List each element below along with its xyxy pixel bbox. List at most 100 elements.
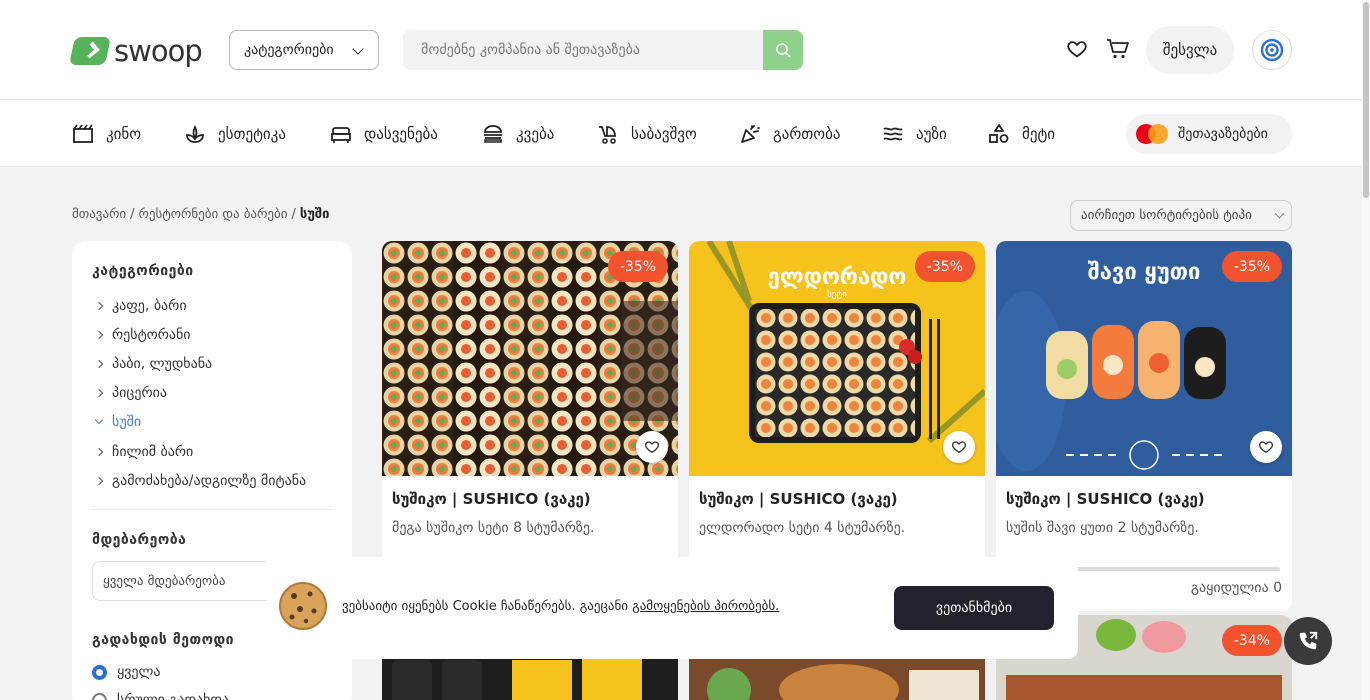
logo-mark-icon: [69, 37, 111, 65]
chevron-right-icon: [94, 447, 104, 457]
favorite-button[interactable]: [636, 431, 668, 463]
offer-title[interactable]: სუშიკო | SUSHICO (ვაკე): [699, 490, 898, 508]
sidebar-item-label: სუში: [112, 414, 142, 430]
aesthetics-icon: [186, 124, 204, 143]
offer-description: ელდორადო სეტი 4 სტუმარზე.: [699, 520, 906, 536]
nav-item-cinema[interactable]: კინო: [72, 123, 141, 145]
nav-item-more[interactable]: მეტი: [988, 123, 1055, 145]
sidebar-item-label: პაბი, ლუდხანა: [112, 356, 213, 372]
sidebar-item-label: კაფე, ბარი: [112, 298, 187, 314]
sidebar-item-pizzeria[interactable]: პიცერია: [94, 385, 167, 401]
nav-item-entertainment[interactable]: გართობა: [739, 123, 840, 145]
chevron-down-icon: [1274, 208, 1285, 219]
sort-select[interactable]: აირჩიეთ სორტირების ტიპი: [1070, 200, 1292, 231]
offer-title[interactable]: სუშიკო | SUSHICO (ვაკე): [392, 490, 591, 508]
chevron-right-icon: [94, 359, 104, 369]
categories-dropdown-button[interactable]: კატეგორიები: [229, 30, 379, 70]
radio-button[interactable]: [92, 692, 107, 700]
scrollbar-thumb[interactable]: [1363, 2, 1369, 198]
image-subtext: სეტი: [827, 289, 847, 300]
payment-radio-all[interactable]: ყველა: [92, 664, 161, 680]
search-input[interactable]: [403, 30, 763, 70]
sidebar-item-cafe[interactable]: კაფე, ბარი: [94, 298, 187, 314]
breadcrumb-home[interactable]: მთავარი: [72, 207, 126, 222]
header: swoop კატეგორიები შესვლა: [0, 0, 1370, 100]
chevron-right-icon: [94, 330, 104, 340]
search-bar: [403, 30, 803, 70]
nav-label: აუზი: [916, 125, 947, 143]
cookie-message: ვებსაიტი იყენებს Cookie ჩანაწერებს. გაეც…: [342, 599, 633, 614]
nav-label: ესთეტიკა: [218, 125, 286, 143]
favorite-button[interactable]: [943, 431, 975, 463]
search-button[interactable]: [763, 30, 803, 70]
favorite-button[interactable]: [1250, 431, 1282, 463]
nav-item-kids[interactable]: საბავშვო: [597, 123, 697, 145]
sort-placeholder: აირჩიეთ სორტირების ტიპი: [1081, 208, 1252, 223]
sidebar-item-delivery[interactable]: გამოძახება/ადგილზე მიტანა: [94, 473, 307, 489]
chevron-right-icon: [94, 476, 104, 486]
cart-icon[interactable]: [1106, 38, 1130, 60]
target-icon: [1260, 38, 1284, 62]
category-nav: კინო ესთეტიკა დასვენება კვება საბავშვო გ…: [0, 101, 1370, 167]
image-text: ელდორადო: [768, 265, 907, 290]
offer-card[interactable]: -35% სუშიკო | SUSHICO (ვაკე) მეგა სუშიკო…: [382, 241, 678, 611]
logo-text: swoop: [114, 34, 203, 68]
offer-description: სუშის შავი ყუთი 2 სტუმარზე.: [1006, 520, 1199, 536]
discount-badge: -35%: [914, 251, 975, 282]
sidebar-item-restaurant[interactable]: რესტორანი: [94, 327, 191, 343]
offers-button-label: შეთავაზებები: [1178, 126, 1268, 142]
chevron-right-icon: [94, 388, 104, 398]
profile-button[interactable]: [1252, 30, 1292, 70]
nav-label: კინო: [106, 125, 142, 143]
bed-icon: [331, 127, 351, 143]
sidebar-item-hookah[interactable]: ჩილიმ ბარი: [94, 444, 194, 460]
nav-label: გართობა: [773, 125, 841, 143]
chevron-down-icon: [352, 43, 364, 55]
payment-title: გადახდის მეთოდი: [92, 632, 235, 648]
discount-badge: -35%: [1221, 251, 1282, 282]
offer-card[interactable]: ელდორადო სეტი -35% სუშიკო | SUSHICO (ვაკ…: [689, 241, 985, 611]
nav-label: მეტი: [1022, 125, 1056, 143]
nav-item-food[interactable]: კვება: [482, 123, 554, 145]
location-title: მდებარეობა: [92, 532, 187, 548]
payment-radio-full[interactable]: სრული გადახდა: [92, 692, 229, 700]
breadcrumb-restaurants[interactable]: რესტორნები და ბარები: [139, 207, 288, 222]
burger-icon: [484, 125, 502, 143]
login-button[interactable]: შესვლა: [1146, 26, 1234, 74]
nav-label: კვება: [516, 125, 555, 143]
breadcrumb-separator: /: [291, 207, 296, 222]
mastercard-icon: [1136, 124, 1168, 144]
heart-icon[interactable]: [1066, 38, 1088, 60]
breadcrumb: მთავარი / რესტორნები და ბარები / სუში: [72, 207, 329, 222]
cookie-text: ვებსაიტი იყენებს Cookie ჩანაწერებს. გაეც…: [342, 599, 779, 614]
offer-title[interactable]: სუშიკო | SUSHICO (ვაკე): [1006, 490, 1205, 508]
swoop-logo[interactable]: swoop: [69, 34, 203, 68]
cookie-icon: [279, 582, 327, 630]
radio-button[interactable]: [92, 664, 107, 680]
sidebar-item-pub[interactable]: პაბი, ლუდხანა: [94, 356, 213, 372]
offers-button[interactable]: შეთავაზებები: [1126, 114, 1292, 154]
offer-card[interactable]: შავი ყუთი -35% სუშიკო | SUSHICO (ვაკე) ს…: [996, 241, 1292, 611]
sidebar-item-label: ჩილიმ ბარი: [112, 444, 194, 460]
nav-item-aesthetics[interactable]: ესთეტიკა: [184, 123, 286, 145]
nav-label: საბავშვო: [631, 125, 697, 143]
categories-button-label: კატეგორიები: [244, 42, 334, 58]
search-icon: [776, 43, 791, 58]
discount-badge: -35%: [607, 251, 668, 282]
terms-link[interactable]: გამოყენების პირობებს.: [632, 599, 779, 614]
offer-image: შავი ყუთი -35%: [996, 241, 1292, 476]
sidebar-item-sushi[interactable]: სუში: [94, 414, 142, 430]
sold-count: გაყიდულია 0: [1190, 580, 1282, 596]
nav-label: დასვენება: [364, 125, 438, 143]
categories-title: კატეგორიები: [92, 263, 194, 279]
radio-label: ყველა: [117, 664, 161, 680]
call-button[interactable]: [1284, 617, 1332, 665]
nav-item-pool[interactable]: აუზი: [882, 123, 947, 145]
nav-item-rest[interactable]: დასვენება: [330, 123, 438, 145]
accept-cookies-button[interactable]: ვეთანხმები: [894, 586, 1054, 630]
sidebar-item-label: გამოძახება/ადგილზე მიტანა: [112, 473, 307, 489]
pool-icon: [883, 127, 903, 141]
shapes-icon: [989, 124, 1009, 143]
page-scrollbar[interactable]: [1362, 0, 1370, 700]
offer-description: მეგა სუშიკო სეტი 8 სტუმარზე.: [392, 520, 595, 536]
